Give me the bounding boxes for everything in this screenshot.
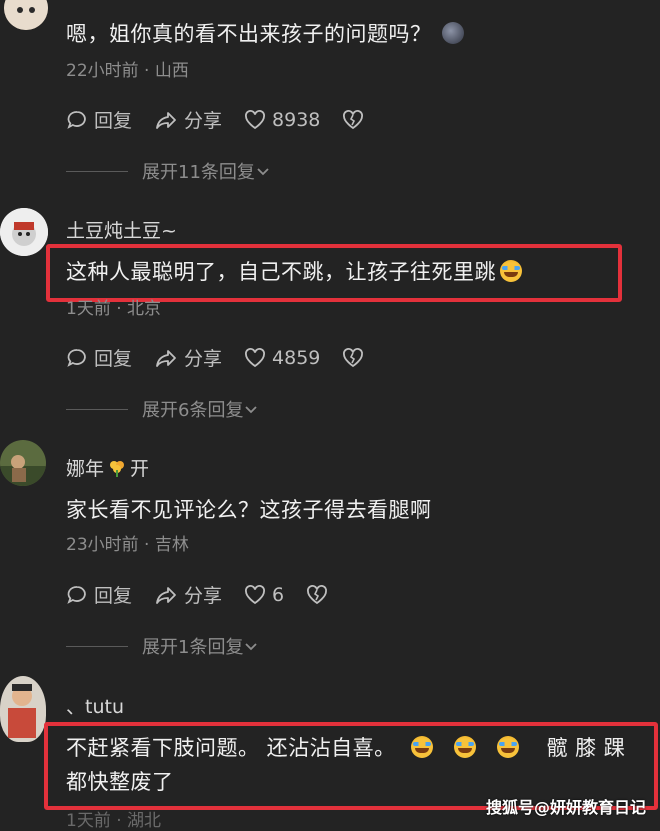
avatar[interactable] <box>0 440 46 486</box>
divider <box>66 408 128 410</box>
chevron-down-icon <box>257 168 269 176</box>
laughing-crying-emoji-icon <box>454 736 477 758</box>
laughing-crying-emoji-icon <box>410 736 433 758</box>
expand-replies[interactable]: 展开1条回复 <box>66 633 259 659</box>
comment-meta: 22小时前 · 山西 <box>66 61 189 81</box>
comment-bubble-icon <box>67 110 86 129</box>
comment-text: 家长看不见评论么？这孩子得去看腿啊 <box>66 498 432 522</box>
chevron-down-icon <box>245 643 258 651</box>
comment-text: 嗯，姐你真的看不出来孩子的问题吗？ <box>66 18 464 48</box>
comment-meta: 23小时前 · 吉林 <box>66 535 189 555</box>
username[interactable]: 土豆炖土豆~ <box>66 216 177 243</box>
dislike-button[interactable] <box>342 347 364 369</box>
share-arrow-icon <box>156 111 176 129</box>
watermark: 搜狐号@妍妍教育日记 <box>485 798 646 817</box>
reply-button[interactable]: 回复 <box>66 344 132 371</box>
share-button[interactable]: 分享 <box>154 581 222 608</box>
share-button[interactable]: 分享 <box>154 106 222 133</box>
avatar[interactable] <box>0 676 46 742</box>
expand-replies[interactable]: 展开11条回复 <box>66 158 271 184</box>
share-arrow-icon <box>156 586 176 604</box>
laughing-crying-emoji-icon <box>497 736 520 758</box>
action-bar: 回复 分享 6 <box>66 581 350 608</box>
broken-heart-icon <box>343 109 364 129</box>
flower-emoji-icon <box>110 461 125 477</box>
divider <box>66 645 128 647</box>
comment-text-line2: 都快整废了 <box>66 770 174 794</box>
avatar[interactable] <box>4 0 48 30</box>
emoji-icon <box>441 22 464 44</box>
share-arrow-icon <box>156 349 176 367</box>
like-button[interactable]: 6 <box>244 584 284 606</box>
avatar[interactable] <box>0 208 48 256</box>
dislike-button[interactable] <box>306 584 328 606</box>
comment-meta: 1天前 · 湖北 <box>66 811 162 831</box>
dislike-button[interactable] <box>342 109 364 131</box>
action-bar: 回复 分享 4859 <box>66 344 386 371</box>
like-button[interactable]: 8938 <box>244 109 320 131</box>
like-button[interactable]: 4859 <box>244 347 320 369</box>
broken-heart-icon <box>307 584 328 604</box>
username[interactable]: 娜年开 <box>66 454 149 481</box>
chevron-down-icon <box>245 406 258 414</box>
comment-bubble-icon <box>67 585 86 604</box>
broken-heart-icon <box>343 347 364 367</box>
heart-icon <box>245 109 266 129</box>
comment-text: 不赶紧看下肢问题。 还沾沾自喜。 髋 膝 踝 <box>66 736 626 760</box>
action-bar: 回复 分享 8938 <box>66 106 386 133</box>
expand-replies[interactable]: 展开6条回复 <box>66 396 259 422</box>
reply-button[interactable]: 回复 <box>66 106 132 133</box>
comment-text: 这种人最聪明了，自己不跳，让孩子往死里跳 <box>66 256 522 286</box>
heart-icon <box>245 584 266 604</box>
comment-bubble-icon <box>67 348 86 367</box>
divider <box>66 170 128 172</box>
comment-meta: 1天前 · 北京 <box>66 299 162 319</box>
share-button[interactable]: 分享 <box>154 344 222 371</box>
username[interactable]: 、tutu <box>66 692 124 719</box>
heart-icon <box>245 347 266 367</box>
laughing-crying-emoji-icon <box>500 260 522 282</box>
reply-button[interactable]: 回复 <box>66 581 132 608</box>
